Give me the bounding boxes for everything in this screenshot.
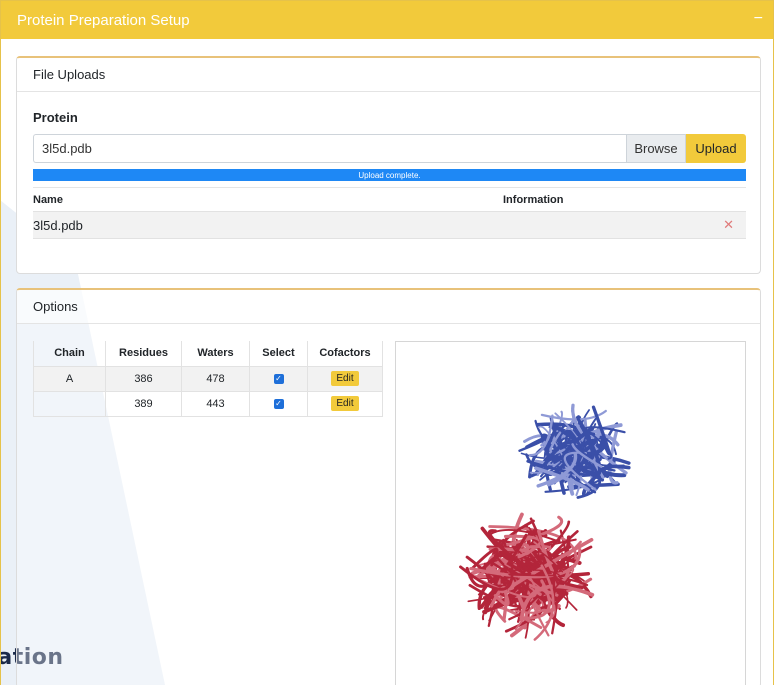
residues-count: 386 (105, 365, 182, 392)
table-row: 389 443 ✓ Edit (33, 390, 383, 417)
protein-upload-group: 3l5d.pdb Browse Upload (33, 134, 746, 163)
file-uploads-header: File Uploads (17, 58, 760, 92)
chain-id: A (33, 365, 106, 392)
waters-count: 443 (181, 390, 250, 417)
protein-preparation-panel: Protein Preparation Setup − File Uploads… (0, 0, 774, 685)
column-header-cofactors: Cofactors (307, 341, 383, 367)
column-header-residues: Residues (105, 341, 182, 367)
select-chain-checkbox[interactable]: ✓ (273, 398, 284, 409)
select-chain-checkbox[interactable]: ✓ (273, 373, 284, 384)
protein-3d-viewer[interactable] (395, 341, 746, 685)
table-row: 3l5d.pdb ✕ (33, 211, 746, 239)
file-uploads-card: File Uploads Protein 3l5d.pdb Browse Upl… (16, 56, 761, 274)
column-header-waters: Waters (181, 341, 250, 367)
file-information (503, 211, 706, 239)
table-row: A 386 478 ✓ Edit (33, 365, 383, 392)
waters-count: 478 (181, 365, 250, 392)
residues-count: 389 (105, 390, 182, 417)
protein-label: Protein (33, 110, 78, 125)
column-header-information: Information (503, 187, 706, 212)
remove-file-icon[interactable]: ✕ (706, 211, 746, 239)
column-header-select: Select (249, 341, 308, 367)
edit-cofactors-button[interactable]: Edit (331, 396, 359, 411)
browse-button[interactable]: Browse (626, 134, 686, 163)
upload-button[interactable]: Upload (686, 134, 746, 163)
protein-structure-render (459, 403, 631, 641)
edit-cofactors-button[interactable]: Edit (331, 371, 359, 386)
upload-progress-bar: Upload complete. (33, 169, 746, 181)
panel-title: Protein Preparation Setup (17, 11, 190, 29)
chain-a-ribbon (518, 403, 631, 499)
column-header-chain: Chain (33, 341, 106, 367)
minus-icon[interactable]: − (754, 11, 763, 27)
upload-progress-fill: Upload complete. (33, 169, 746, 181)
protein-file-input[interactable]: 3l5d.pdb (33, 134, 626, 163)
chains-table: Chain Residues Waters Select Cofactors A… (33, 341, 383, 417)
column-header-name: Name (33, 187, 503, 212)
chain-id (33, 390, 106, 417)
options-card: Options Chain Residues Waters Select Cof… (16, 288, 761, 685)
options-header: Options (17, 290, 760, 324)
uploaded-files-table: Name Information 3l5d.pdb ✕ (33, 187, 746, 239)
panel-header[interactable]: Protein Preparation Setup − (1, 1, 773, 39)
file-name: 3l5d.pdb (33, 211, 503, 239)
chain-b-ribbon (459, 512, 595, 641)
